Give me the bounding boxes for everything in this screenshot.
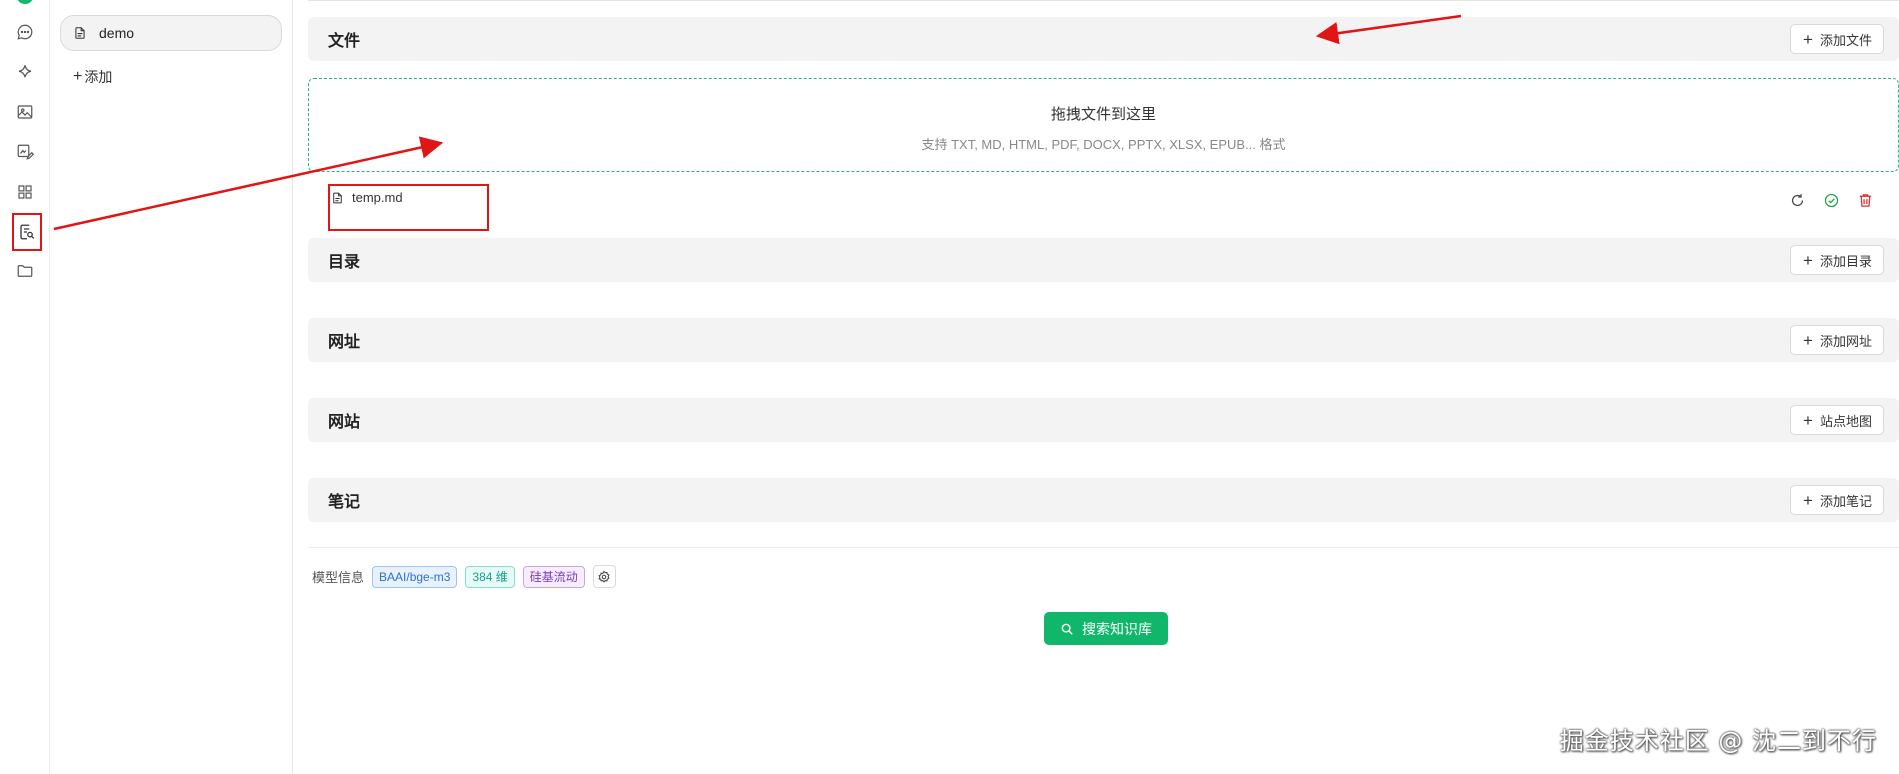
plus-icon: +: [1803, 29, 1813, 49]
dropzone-subtitle: 支持 TXT, MD, HTML, PDF, DOCX, PPTX, XLSX,…: [921, 137, 1286, 152]
add-knowledge-base-label: 添加: [84, 69, 113, 85]
top-divider: [308, 0, 1899, 1]
add-note-button[interactable]: + 添加笔记: [1790, 485, 1884, 515]
dimensions-tag: 384 维: [465, 565, 515, 588]
search-icon: [1061, 623, 1073, 635]
files-section-title: 文件: [328, 33, 361, 50]
annotation-highlight-box: [328, 184, 489, 231]
app-logo: [17, 0, 33, 4]
document-icon: [75, 27, 85, 39]
plus-icon: +: [73, 68, 83, 85]
websites-section-title: 网站: [328, 414, 361, 431]
file-dropzone[interactable]: 拖拽文件到这里 支持 TXT, MD, HTML, PDF, DOCX, PPT…: [308, 78, 1899, 172]
search-button-label: 搜索知识库: [1082, 620, 1152, 637]
plus-icon: +: [1803, 490, 1813, 510]
urls-section-header: 网址 + 添加网址: [308, 318, 1899, 362]
check-circle-icon[interactable]: [1823, 192, 1840, 209]
notes-section-title: 笔记: [328, 494, 361, 511]
directories-section-header: 目录 + 添加目录: [308, 238, 1899, 282]
plus-icon: +: [1803, 250, 1813, 270]
section-divider: [308, 547, 1899, 548]
gear-icon: [598, 570, 610, 583]
add-file-label: 添加文件: [1819, 32, 1872, 48]
file-row: temp.md: [308, 184, 1899, 231]
add-knowledge-base-button[interactable]: + 添加: [73, 67, 112, 87]
knowledge-base-icon[interactable]: [12, 213, 42, 251]
add-directory-button[interactable]: + 添加目录: [1790, 245, 1884, 275]
notes-section-header: 笔记 + 添加笔记: [308, 478, 1899, 522]
plus-icon: +: [1803, 330, 1813, 350]
dropzone-title: 拖拽文件到这里: [1050, 106, 1156, 123]
search-knowledge-base-button[interactable]: 搜索知识库: [1044, 612, 1168, 645]
add-file-button[interactable]: + 添加文件: [1790, 24, 1884, 54]
knowledge-base-list: demo + 添加: [50, 0, 293, 774]
add-url-label: 添加网址: [1819, 333, 1872, 349]
urls-section-title: 网址: [328, 334, 361, 351]
delete-icon[interactable]: [1857, 192, 1874, 209]
knowledge-base-item-demo[interactable]: demo: [60, 15, 282, 51]
model-info: 模型信息 BAAI/bge-m3 384 维 硅基流动: [312, 565, 616, 588]
app-icon-rail: [0, 0, 50, 774]
files-section-header: 文件 + 添加文件: [308, 17, 1899, 61]
add-directory-label: 添加目录: [1819, 253, 1872, 269]
folder-icon[interactable]: [13, 259, 37, 283]
model-name-tag: BAAI/bge-m3: [372, 565, 458, 588]
provider-tag: 硅基流动: [522, 565, 585, 588]
chat-icon[interactable]: [13, 20, 37, 44]
knowledge-base-content: 文件 + 添加文件 拖拽文件到这里 支持 TXT, MD, HTML, PDF,…: [308, 0, 1899, 774]
sparkle-icon[interactable]: [13, 60, 37, 84]
add-url-button[interactable]: + 添加网址: [1790, 325, 1884, 355]
file-actions: [1789, 192, 1874, 209]
plus-icon: +: [1803, 410, 1813, 430]
sitemap-label: 站点地图: [1819, 413, 1872, 429]
websites-section-header: 网站 + 站点地图: [308, 398, 1899, 442]
image-icon[interactable]: [13, 100, 37, 124]
watermark: 掘金技术社区 @ 沈二到不行: [1559, 727, 1877, 755]
model-settings-button[interactable]: [592, 565, 616, 588]
apps-grid-icon[interactable]: [13, 180, 37, 204]
knowledge-base-item-label: demo: [99, 25, 135, 41]
directories-section-title: 目录: [328, 254, 361, 271]
sitemap-button[interactable]: + 站点地图: [1790, 405, 1884, 435]
add-note-label: 添加笔记: [1819, 493, 1872, 509]
image-edit-icon[interactable]: [13, 140, 37, 164]
model-info-label: 模型信息: [312, 570, 365, 585]
refresh-icon[interactable]: [1789, 192, 1806, 209]
